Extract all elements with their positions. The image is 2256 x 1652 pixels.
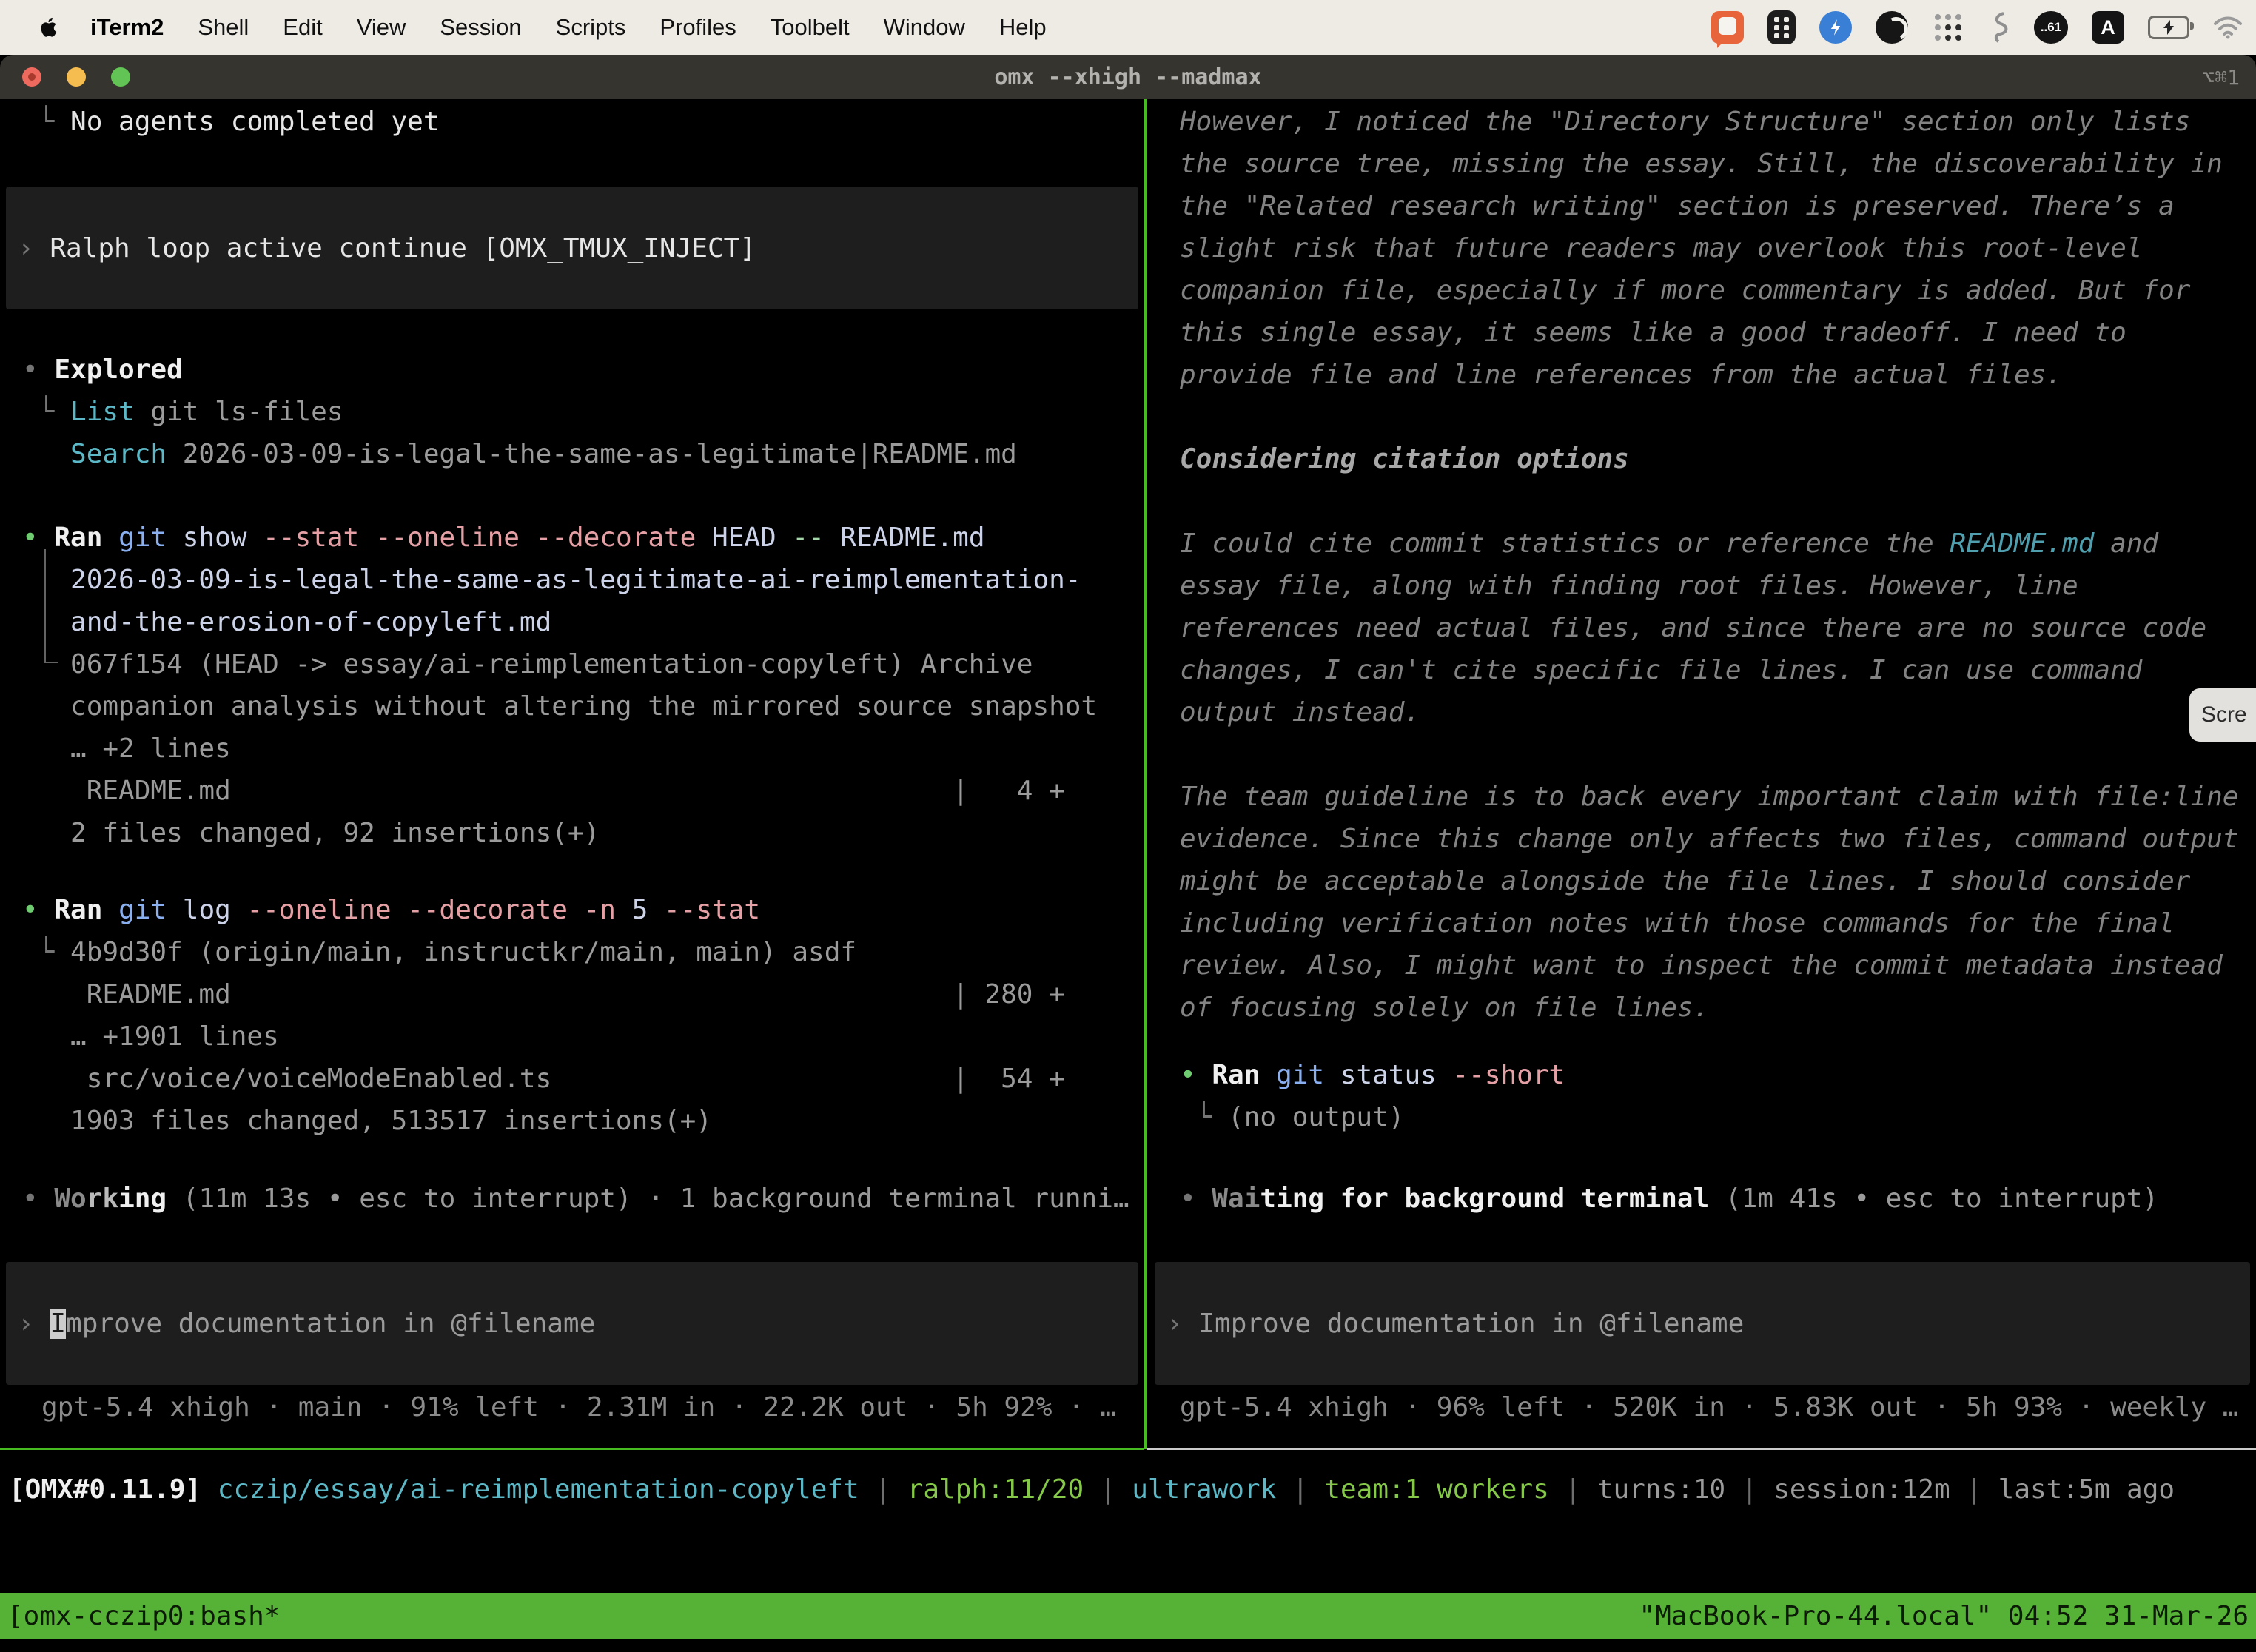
git-log-block: • Ran git log --oneline --decorate -n 5 …: [0, 889, 1144, 1142]
window-shortcut-badge: ⌥⌘1: [2202, 65, 2240, 90]
grid-shield-icon[interactable]: [1767, 10, 1796, 44]
screen-sharing-overlay-button[interactable]: Scre: [2189, 688, 2256, 742]
apple-logo-icon[interactable]: [38, 16, 58, 38]
thinking-heading: Considering citation options: [1149, 438, 2256, 480]
model-status-left: gpt-5.4 xhigh · main · 91% left · 2.31M …: [0, 1386, 1144, 1428]
working-status-line: • Working (11m 13s • esc to interrupt) ·…: [0, 1178, 1144, 1220]
omx-status-line: [OMX#0.11.9] cczip/essay/ai-reimplementa…: [9, 1468, 2256, 1511]
menu-status-icons: ..61 A: [1711, 10, 2256, 44]
thinking-paragraph-1: However, I noticed the "Directory Struct…: [1149, 101, 2256, 396]
battery-charging-icon[interactable]: [2148, 16, 2189, 39]
tmux-host-clock: "MacBook-Pro-44.local" 04:52 31-Mar-26: [1639, 1601, 2249, 1631]
wifi-icon[interactable]: [2213, 16, 2243, 39]
git-status-block: • Ran git status --short └ (no output): [1149, 1054, 2256, 1138]
crescent-app-icon[interactable]: [1876, 11, 1908, 44]
window-title-bar[interactable]: omx --xhigh --madmax ⌥⌘1: [0, 55, 2256, 99]
thinking-paragraph-2: I could cite commit statistics or refere…: [1149, 523, 2256, 733]
window-title: omx --xhigh --madmax: [0, 64, 2256, 90]
explored-block: • Explored └ List git ls-files Search 20…: [0, 349, 1144, 475]
thinking-paragraph-3: The team guideline is to back every impo…: [1149, 776, 2256, 1029]
bolt-badge-icon[interactable]: [1819, 11, 1852, 44]
screen-share-icon[interactable]: [1711, 11, 1744, 44]
tmux-pane-right[interactable]: However, I noticed the "Directory Struct…: [1149, 99, 2256, 1449]
prompt-input-left[interactable]: › Improve documentation in @filename: [6, 1262, 1138, 1385]
git-show-block: • Ran git show --stat --oneline --decora…: [0, 517, 1144, 854]
macos-menu-bar: iTerm2ShellEditViewSessionScriptsProfile…: [0, 0, 2256, 55]
prompt-input-right[interactable]: › Improve documentation in @filename: [1155, 1262, 2250, 1385]
terminal-content: └ No agents completed yet › Ralph loop a…: [0, 99, 2256, 1652]
waiting-status-line: • Waiting for background terminal (1m 41…: [1149, 1178, 2256, 1220]
badge-61-icon[interactable]: ..61: [2034, 11, 2068, 44]
pane-divider-vertical[interactable]: [1144, 99, 1147, 1449]
dots-grid-icon[interactable]: [1932, 11, 1964, 44]
a-key-icon[interactable]: A: [2092, 11, 2124, 44]
squiggle-icon[interactable]: [1988, 11, 2010, 44]
desktop-screen: iTerm2ShellEditViewSessionScriptsProfile…: [0, 0, 2256, 1652]
tmux-pane-left[interactable]: └ No agents completed yet › Ralph loop a…: [0, 99, 1144, 1449]
model-status-right: gpt-5.4 xhigh · 96% left · 520K in · 5.8…: [1149, 1386, 2256, 1428]
menu-items[interactable]: iTerm2ShellEditViewSessionScriptsProfile…: [65, 14, 1047, 41]
pane-border-bottom-left: [0, 1448, 1144, 1450]
ralph-input-box[interactable]: › Ralph loop active continue [OMX_TMUX_I…: [6, 187, 1138, 309]
tmux-status-bar: [omx-cczip0:bash* "MacBook-Pro-44.local"…: [0, 1593, 2256, 1639]
agents-tail-line: └ No agents completed yet: [0, 101, 1144, 143]
tmux-window-label[interactable]: [omx-cczip0:bash*: [7, 1601, 280, 1631]
iterm2-window: omx --xhigh --madmax ⌥⌘1 └ No agents com…: [0, 55, 2256, 1652]
pane-border-bottom-right: [1147, 1448, 2256, 1450]
